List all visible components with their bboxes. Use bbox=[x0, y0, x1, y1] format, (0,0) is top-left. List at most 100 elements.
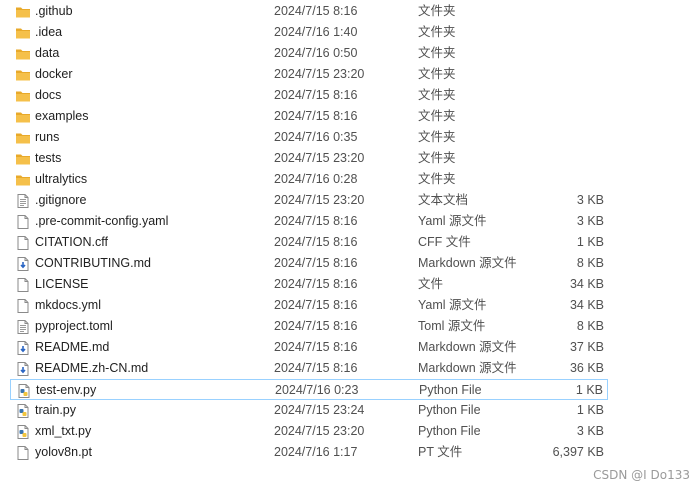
file-name: docker bbox=[35, 67, 73, 81]
blank-file-icon bbox=[15, 298, 31, 314]
file-row-pyproject-toml[interactable]: pyproject.toml 2024/7/15 8:16 Toml 源文件 8… bbox=[10, 316, 608, 337]
blank-file-icon bbox=[15, 445, 31, 461]
file-date-modified: 2024/7/15 23:24 bbox=[274, 403, 365, 417]
file-row-github[interactable]: .github 2024/7/15 8:16 文件夹 bbox=[10, 1, 608, 22]
file-date-modified: 2024/7/15 8:16 bbox=[274, 340, 358, 354]
file-size: 1 KB bbox=[576, 235, 604, 249]
file-row-readme-md[interactable]: README.md 2024/7/15 8:16 Markdown 源文件 37… bbox=[10, 337, 608, 358]
file-row-readme-zh-cn-md[interactable]: README.zh-CN.md 2024/7/15 8:16 Markdown … bbox=[10, 358, 608, 379]
file-row-license[interactable]: LICENSE 2024/7/15 8:16 文件 34 KB bbox=[10, 274, 608, 295]
file-size: 36 KB bbox=[569, 361, 604, 375]
file-date-modified: 2024/7/16 0:28 bbox=[274, 172, 358, 186]
file-type: 文件夹 bbox=[418, 151, 456, 165]
python-file-icon bbox=[16, 383, 32, 399]
file-name: .gitignore bbox=[35, 193, 87, 207]
file-name: data bbox=[35, 46, 60, 60]
file-date-modified: 2024/7/15 8:16 bbox=[274, 319, 358, 333]
file-row-gitignore[interactable]: .gitignore 2024/7/15 23:20 文本文档 3 KB bbox=[10, 190, 608, 211]
file-name: tests bbox=[35, 151, 62, 165]
file-row-ultralytics[interactable]: ultralytics 2024/7/16 0:28 文件夹 bbox=[10, 169, 608, 190]
file-row-train-py[interactable]: train.py 2024/7/15 23:24 Python File 1 K… bbox=[10, 400, 608, 421]
file-name: README.md bbox=[35, 340, 110, 354]
file-type: 文件夹 bbox=[418, 88, 456, 102]
file-date-modified: 2024/7/15 8:16 bbox=[274, 277, 358, 291]
text-file-icon bbox=[15, 319, 31, 335]
file-size: 3 KB bbox=[576, 214, 604, 228]
markdown-file-icon bbox=[15, 340, 31, 356]
file-row-contributing-md[interactable]: CONTRIBUTING.md 2024/7/15 8:16 Markdown … bbox=[10, 253, 608, 274]
file-date-modified: 2024/7/16 0:50 bbox=[274, 46, 358, 60]
python-file-icon bbox=[15, 424, 31, 440]
file-date-modified: 2024/7/15 8:16 bbox=[274, 4, 358, 18]
file-row-pre-commit-config-yaml[interactable]: .pre-commit-config.yaml 2024/7/15 8:16 Y… bbox=[10, 211, 608, 232]
file-type: 文件 bbox=[418, 277, 444, 291]
file-date-modified: 2024/7/15 23:20 bbox=[274, 151, 365, 165]
file-row-yolov8n-pt[interactable]: yolov8n.pt 2024/7/16 1:17 PT 文件 6,397 KB bbox=[10, 442, 608, 463]
file-size: 37 KB bbox=[569, 340, 604, 354]
file-type: CFF 文件 bbox=[418, 235, 471, 249]
file-date-modified: 2024/7/15 8:16 bbox=[274, 361, 358, 375]
file-row-mkdocs-yml[interactable]: mkdocs.yml 2024/7/15 8:16 Yaml 源文件 34 KB bbox=[10, 295, 608, 316]
file-date-modified: 2024/7/16 1:40 bbox=[274, 25, 358, 39]
file-type: 文本文档 bbox=[418, 193, 469, 207]
file-date-modified: 2024/7/16 0:23 bbox=[275, 383, 359, 397]
file-row-data[interactable]: data 2024/7/16 0:50 文件夹 bbox=[10, 43, 608, 64]
file-date-modified: 2024/7/15 8:16 bbox=[274, 298, 358, 312]
file-size: 1 KB bbox=[575, 383, 603, 397]
file-row-runs[interactable]: runs 2024/7/16 0:35 文件夹 bbox=[10, 127, 608, 148]
file-row-docs[interactable]: docs 2024/7/15 8:16 文件夹 bbox=[10, 85, 608, 106]
file-row-tests[interactable]: tests 2024/7/15 23:20 文件夹 bbox=[10, 148, 608, 169]
file-row-test-env-py[interactable]: test-env.py 2024/7/16 0:23 Python File 1… bbox=[10, 379, 608, 400]
file-row-examples[interactable]: examples 2024/7/15 8:16 文件夹 bbox=[10, 106, 608, 127]
file-type: Markdown 源文件 bbox=[418, 340, 517, 354]
file-date-modified: 2024/7/15 8:16 bbox=[274, 214, 358, 228]
file-date-modified: 2024/7/15 8:16 bbox=[274, 235, 358, 249]
file-type: 文件夹 bbox=[418, 109, 456, 123]
folder-icon bbox=[15, 67, 31, 83]
file-type: 文件夹 bbox=[418, 67, 456, 81]
file-row-citation-cff[interactable]: CITATION.cff 2024/7/15 8:16 CFF 文件 1 KB bbox=[10, 232, 608, 253]
file-date-modified: 2024/7/16 1:17 bbox=[274, 445, 358, 459]
file-size: 8 KB bbox=[576, 319, 604, 333]
file-name: docs bbox=[35, 88, 62, 102]
file-date-modified: 2024/7/15 23:20 bbox=[274, 193, 365, 207]
folder-icon bbox=[15, 172, 31, 188]
file-size: 3 KB bbox=[576, 424, 604, 438]
file-size: 6,397 KB bbox=[552, 445, 604, 459]
file-name: .github bbox=[35, 4, 73, 18]
file-type: Python File bbox=[418, 403, 481, 417]
file-type: 文件夹 bbox=[418, 130, 456, 144]
file-size: 34 KB bbox=[569, 298, 604, 312]
file-name: CITATION.cff bbox=[35, 235, 108, 249]
blank-file-icon bbox=[15, 235, 31, 251]
file-name: train.py bbox=[35, 403, 76, 417]
file-name: mkdocs.yml bbox=[35, 298, 101, 312]
markdown-file-icon bbox=[15, 256, 31, 272]
file-date-modified: 2024/7/15 8:16 bbox=[274, 109, 358, 123]
file-name: LICENSE bbox=[35, 277, 89, 291]
folder-icon bbox=[15, 4, 31, 20]
file-type: Toml 源文件 bbox=[418, 319, 486, 333]
file-name: runs bbox=[35, 130, 60, 144]
file-date-modified: 2024/7/15 8:16 bbox=[274, 88, 358, 102]
file-name: .idea bbox=[35, 25, 63, 39]
file-size: 1 KB bbox=[576, 403, 604, 417]
file-date-modified: 2024/7/15 8:16 bbox=[274, 256, 358, 270]
blank-file-icon bbox=[15, 277, 31, 293]
file-type: Markdown 源文件 bbox=[418, 361, 517, 375]
blank-file-icon bbox=[15, 214, 31, 230]
file-name: ultralytics bbox=[35, 172, 88, 186]
file-name: README.zh-CN.md bbox=[35, 361, 149, 375]
folder-icon bbox=[15, 151, 31, 167]
file-row-xml-txt-py[interactable]: xml_txt.py 2024/7/15 23:20 Python File 3… bbox=[10, 421, 608, 442]
folder-icon bbox=[15, 130, 31, 146]
file-name: xml_txt.py bbox=[35, 424, 92, 438]
file-size: 34 KB bbox=[569, 277, 604, 291]
file-row-idea[interactable]: .idea 2024/7/16 1:40 文件夹 bbox=[10, 22, 608, 43]
python-file-icon bbox=[15, 403, 31, 419]
folder-icon bbox=[15, 46, 31, 62]
file-type: Python File bbox=[418, 424, 481, 438]
file-type: 文件夹 bbox=[418, 25, 456, 39]
file-type: Python File bbox=[419, 383, 482, 397]
file-row-docker[interactable]: docker 2024/7/15 23:20 文件夹 bbox=[10, 64, 608, 85]
